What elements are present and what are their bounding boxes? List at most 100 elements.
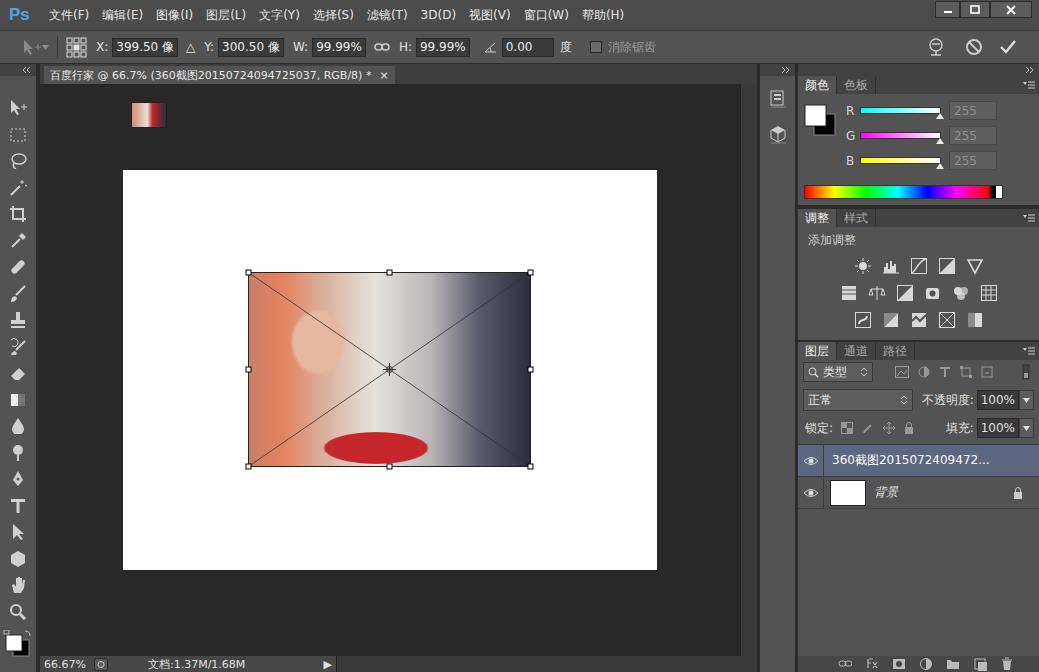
minimize-button[interactable] [935, 1, 960, 18]
lock-position-icon[interactable] [883, 422, 895, 434]
blur-tool-icon[interactable] [8, 416, 28, 434]
collapse-icon[interactable] [21, 66, 32, 74]
panel-menu-icon[interactable] [1023, 347, 1035, 355]
maximize-button[interactable] [960, 1, 990, 18]
relative-position-button[interactable]: △ [186, 40, 195, 54]
slider-track[interactable] [860, 107, 941, 114]
black-white-icon[interactable] [896, 284, 914, 302]
group-icon[interactable] [946, 657, 960, 671]
healing-brush-tool-icon[interactable] [8, 257, 28, 275]
menu-item[interactable]: 图像(I) [149, 7, 199, 24]
smart-object-filter-icon[interactable] [981, 366, 993, 378]
panel-tab[interactable]: 样式 [837, 209, 876, 227]
pixel-filter-icon[interactable] [895, 366, 909, 378]
layer-name[interactable]: 背景 [874, 484, 898, 501]
fill-input[interactable]: 100% [977, 418, 1019, 438]
document-close-button[interactable]: × [379, 69, 388, 82]
selective-color-icon[interactable] [966, 311, 984, 329]
eyedropper-tool-icon[interactable] [8, 231, 28, 249]
hue-saturation-icon[interactable] [840, 284, 858, 302]
vertical-scrollbar[interactable] [740, 84, 757, 656]
panel-tab[interactable]: 调整 [798, 209, 837, 227]
pen-tool-icon[interactable] [8, 469, 28, 487]
menu-item[interactable]: 图层(L) [199, 7, 252, 24]
slider-track[interactable] [860, 157, 941, 164]
close-button[interactable] [990, 1, 1032, 18]
threshold-icon[interactable] [910, 311, 928, 329]
menu-item[interactable]: 滤镜(T) [360, 7, 414, 24]
eye-icon[interactable] [803, 488, 819, 498]
brush-tool-icon[interactable] [8, 284, 28, 302]
cancel-icon[interactable] [965, 38, 983, 56]
panel-tab[interactable]: 颜色 [798, 76, 837, 94]
panel-menu-icon[interactable] [1023, 214, 1035, 222]
filter-toggle-icon[interactable] [1022, 364, 1030, 380]
invert-icon[interactable] [854, 311, 872, 329]
slider-track[interactable] [860, 132, 941, 139]
menu-item[interactable]: 3D(D) [414, 8, 462, 22]
eraser-tool-icon[interactable] [8, 363, 28, 381]
menu-item[interactable]: 选择(S) [306, 7, 360, 24]
share-icon[interactable] [94, 658, 108, 671]
horizontal-scrollbar[interactable] [336, 656, 757, 672]
layer-row[interactable]: 360截图2015072409472... [798, 445, 1039, 477]
adjustment-filter-icon[interactable] [918, 366, 930, 378]
menu-item[interactable]: 窗口(W) [517, 7, 575, 24]
exposure-icon[interactable] [938, 257, 956, 275]
lock-pixels-icon[interactable] [862, 422, 874, 434]
delete-layer-icon[interactable] [1000, 657, 1014, 671]
collapse-icon[interactable] [1024, 66, 1035, 74]
channel-value[interactable]: 255 [949, 151, 997, 170]
hand-tool-icon[interactable] [8, 575, 28, 593]
color-balance-icon[interactable] [868, 284, 886, 302]
canvas[interactable] [123, 170, 657, 570]
filter-dropdown[interactable]: 类型 [803, 362, 873, 382]
collapse-icon[interactable] [780, 66, 791, 74]
slider-handle[interactable] [936, 138, 944, 144]
zoom-tool-icon[interactable] [8, 602, 28, 620]
lock-all-icon[interactable] [904, 422, 914, 434]
warp-icon[interactable] [927, 38, 945, 56]
marquee-tool-icon[interactable] [8, 125, 28, 143]
commit-icon[interactable] [999, 38, 1017, 56]
crop-tool-icon[interactable] [8, 204, 28, 222]
layer-row[interactable]: 背景 [798, 477, 1039, 509]
antialias-checkbox[interactable] [590, 41, 602, 53]
layer-style-icon[interactable] [865, 657, 879, 671]
gradient-map-icon[interactable] [938, 311, 956, 329]
dodge-tool-icon[interactable] [8, 443, 28, 461]
properties-panel-icon[interactable] [768, 124, 788, 144]
menu-item[interactable]: 帮助(H) [575, 7, 630, 24]
status-menu-button[interactable]: ▶ [324, 658, 336, 671]
eye-icon[interactable] [803, 456, 819, 466]
field-input[interactable]: 99.99% [416, 38, 470, 57]
posterize-icon[interactable] [882, 311, 900, 329]
fill-slider-button[interactable] [1019, 418, 1034, 438]
type-filter-icon[interactable] [939, 366, 951, 378]
brightness-icon[interactable] [854, 257, 872, 275]
menu-item[interactable]: 视图(V) [462, 7, 517, 24]
layer-name[interactable]: 360截图2015072409472... [832, 452, 990, 469]
panel-tab[interactable]: 图层 [798, 342, 837, 360]
blend-mode-dropdown[interactable]: 正常 [803, 389, 913, 411]
zoom-level[interactable]: 66.67% [40, 658, 94, 671]
new-layer-icon[interactable] [973, 657, 987, 671]
opacity-input[interactable]: 100% [977, 390, 1019, 410]
panel-tab[interactable]: 通道 [837, 342, 876, 360]
move-tool-icon[interactable] [8, 98, 28, 116]
slider-handle[interactable] [936, 113, 944, 119]
link-layers-icon[interactable] [838, 657, 852, 671]
panel-menu-icon[interactable] [1023, 81, 1035, 89]
color-lookup-icon[interactable] [980, 284, 998, 302]
opacity-slider-button[interactable] [1019, 390, 1034, 410]
color-spectrum[interactable] [804, 185, 1003, 199]
color-swatches-icon[interactable] [3, 630, 33, 660]
magic-wand-tool-icon[interactable] [8, 178, 28, 196]
transform-box-icon[interactable] [245, 269, 534, 470]
shape-tool-icon[interactable] [8, 549, 28, 567]
channel-mixer-icon[interactable] [952, 284, 970, 302]
path-selection-tool-icon[interactable] [8, 522, 28, 540]
slider-handle[interactable] [936, 163, 944, 169]
adjustment-layer-icon[interactable] [919, 657, 933, 671]
foreground-background-icon[interactable] [804, 104, 836, 136]
